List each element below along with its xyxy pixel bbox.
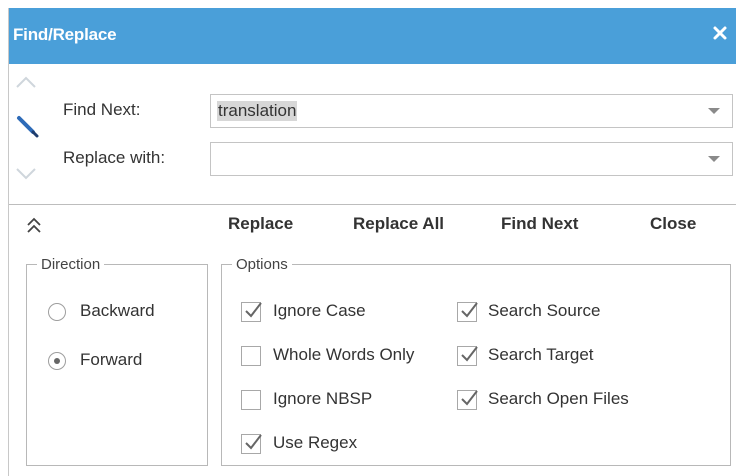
ignore-nbsp-label[interactable]: Ignore NBSP [273,389,372,409]
whole-words-only-checkbox[interactable] [241,346,261,366]
chevron-down-icon[interactable] [15,166,37,187]
double-chevron-up-icon[interactable] [23,216,45,241]
close-button[interactable]: Close [650,214,696,234]
find-next-button[interactable]: Find Next [501,214,578,234]
find-replace-fields: Find Next: translation Replace with: [9,64,736,205]
checkmark-icon [461,346,478,362]
replace-with-combobox[interactable] [210,142,733,176]
search-target-label[interactable]: Search Target [488,345,594,365]
direction-legend: Direction [41,256,101,273]
use-regex-checkbox[interactable] [241,434,262,454]
ignore-case-checkbox[interactable] [241,302,262,322]
title-bar: Find/Replace [9,8,736,64]
checkmark-icon [461,390,478,406]
find-next-label: Find Next: [63,100,141,119]
forward-label[interactable]: Forward [80,350,142,370]
checkmark-icon [245,434,262,450]
options-group: Options Ignore Case Whole Words Only Ign… [221,256,731,466]
dropdown-arrow-icon[interactable] [708,108,720,114]
pencil-icon [15,114,41,145]
options-legend: Options [236,256,288,273]
chevron-up-icon[interactable] [15,74,37,95]
search-open-files-label[interactable]: Search Open Files [488,389,629,409]
backward-radio[interactable] [48,303,66,321]
search-source-label[interactable]: Search Source [488,301,600,321]
find-next-value: translation [217,101,298,121]
find-next-combobox[interactable]: translation [210,94,733,128]
backward-label[interactable]: Backward [80,301,155,321]
close-icon[interactable] [707,20,733,46]
ignore-case-label[interactable]: Ignore Case [273,301,366,321]
dialog-title: Find/Replace [13,25,117,44]
replace-button[interactable]: Replace [228,214,293,234]
use-regex-label[interactable]: Use Regex [273,433,357,453]
search-open-files-checkbox[interactable] [457,390,478,410]
whole-words-only-label[interactable]: Whole Words Only [273,345,414,365]
search-target-checkbox[interactable] [457,346,478,366]
checkmark-icon [461,302,478,318]
search-source-checkbox[interactable] [457,302,478,322]
ignore-nbsp-checkbox[interactable] [241,390,261,410]
checkmark-icon [245,302,262,318]
find-replace-dialog: Find/Replace Find Next: translation Repl… [8,8,736,476]
dropdown-arrow-icon[interactable] [708,156,720,162]
replace-all-button[interactable]: Replace All [353,214,444,234]
direction-group: Direction Backward Forward [26,256,208,466]
replace-with-label: Replace with: [63,148,166,167]
forward-radio[interactable] [48,352,66,370]
